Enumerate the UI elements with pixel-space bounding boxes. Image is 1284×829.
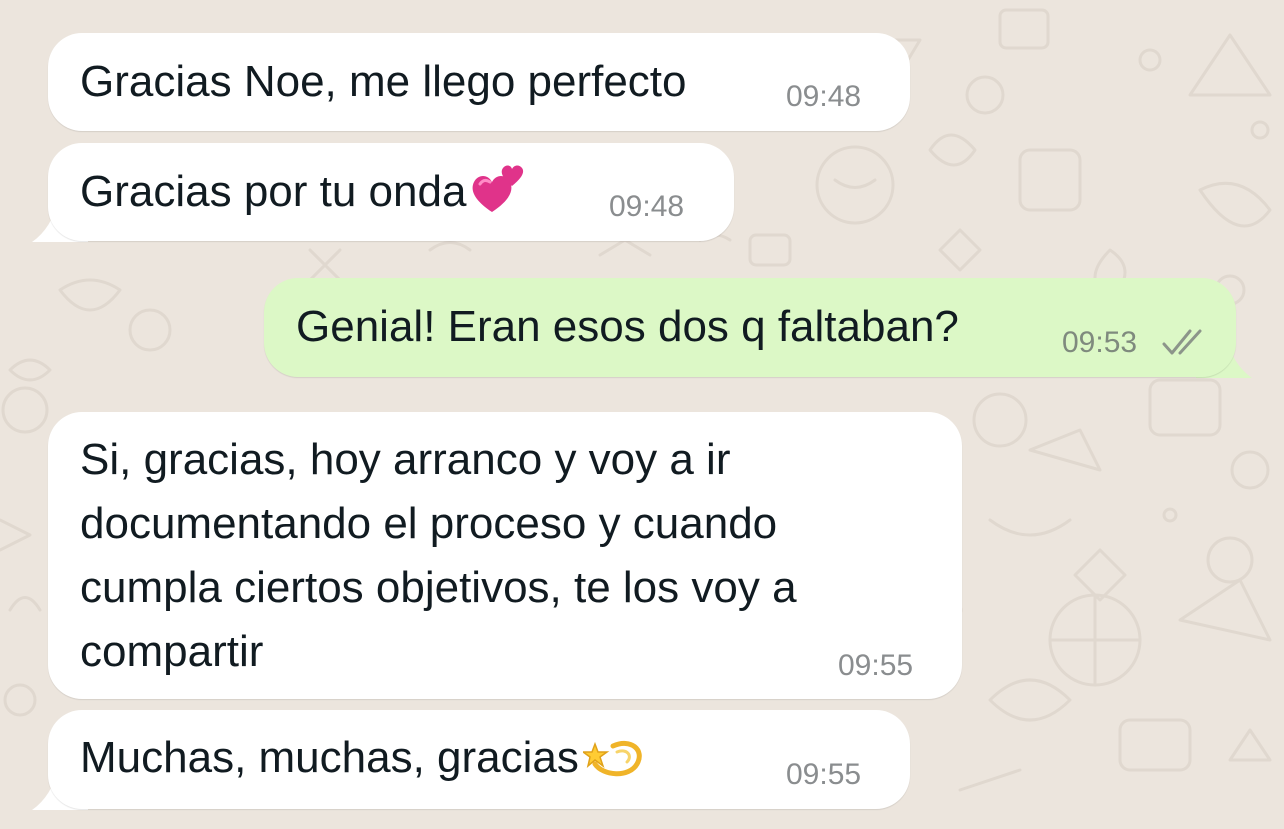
message-text: Gracias por tu onda	[80, 160, 528, 224]
message-text: Si, gracias, hoy arranco y voy a ir docu…	[80, 435, 797, 676]
message-timestamp: 09:53	[1062, 326, 1138, 359]
message-text: Gracias Noe, me llego perfecto	[80, 57, 687, 106]
message-text-content: Muchas, muchas, gracias	[80, 733, 579, 782]
message-bubble-incoming[interactable]: Gracias por tu onda 09:48	[48, 143, 734, 241]
double-check-icon	[1162, 329, 1202, 355]
message-bubble-incoming[interactable]: Si, gracias, hoy arranco y voy a ir docu…	[48, 412, 962, 699]
message-text: Genial! Eran esos dos q faltaban?	[296, 302, 959, 351]
message-bubble-incoming[interactable]: Gracias Noe, me llego perfecto 09:48	[48, 33, 910, 131]
message-timestamp: 09:48	[786, 80, 862, 113]
message-text: Muchas, muchas, gracias	[80, 726, 645, 790]
message-timestamp: 09:48	[609, 190, 685, 223]
message-timestamp: 09:55	[838, 649, 914, 682]
dizzy-star-icon	[582, 724, 645, 784]
message-bubble-outgoing[interactable]: Genial! Eran esos dos q faltaban? 09:53	[264, 278, 1236, 377]
message-bubble-incoming[interactable]: Muchas, muchas, gracias 09:55	[48, 710, 910, 809]
message-timestamp: 09:55	[786, 758, 862, 791]
message-text-content: Gracias por tu onda	[80, 167, 467, 216]
two-hearts-icon	[470, 160, 528, 216]
